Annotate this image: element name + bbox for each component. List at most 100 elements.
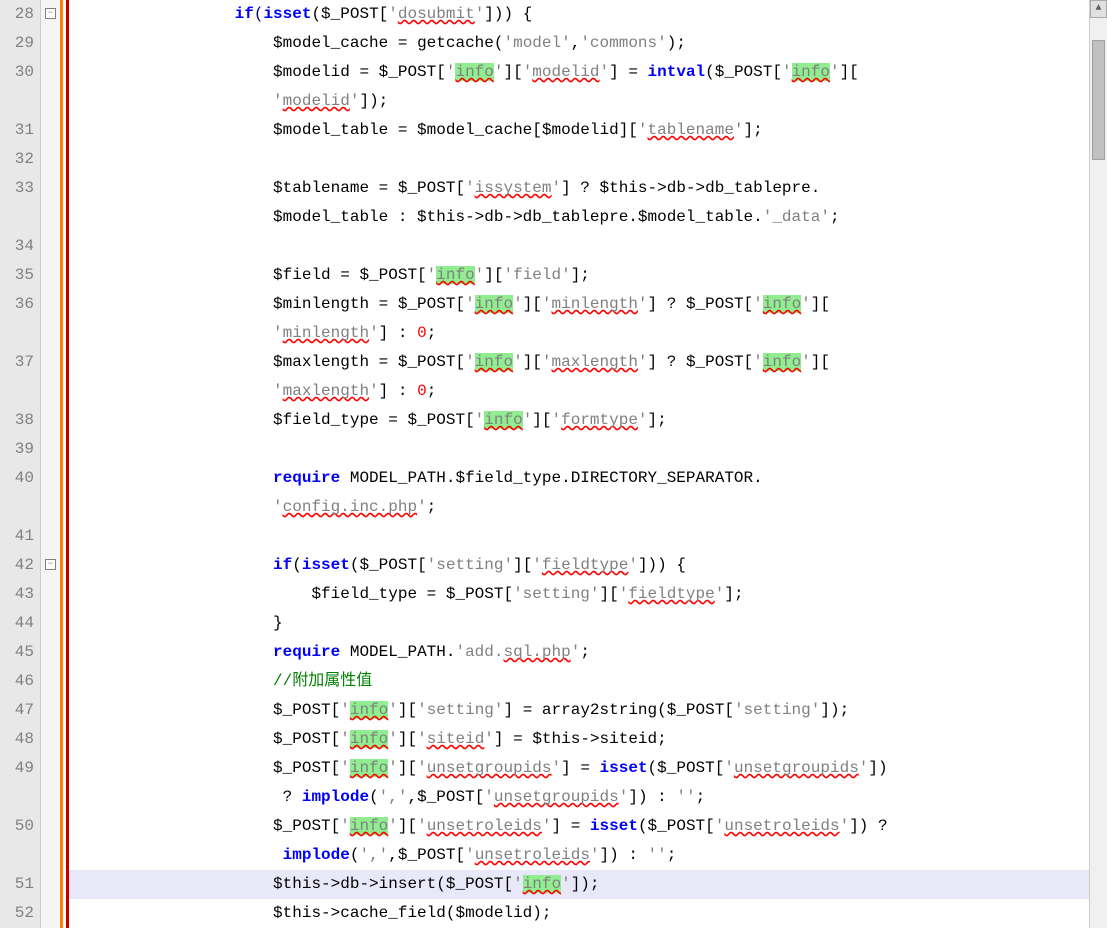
code-token: ' — [523, 411, 533, 429]
code-token: $model_table = $model_cache[$modelid][ — [273, 121, 638, 139]
code-line[interactable]: $_POST['info']['setting'] = array2string… — [69, 696, 1089, 725]
scrollbar-thumb[interactable] — [1092, 40, 1105, 160]
code-line[interactable]: $field_type = $_POST['info']['formtype']… — [69, 406, 1089, 435]
code-line[interactable]: $tablename = $_POST['issystem'] ? $this-… — [69, 174, 1089, 203]
code-token: ($_POST[ — [705, 63, 782, 81]
scrollbar-up-icon[interactable]: ▲ — [1090, 0, 1107, 18]
code-line[interactable]: $_POST['info']['siteid'] = $this->siteid… — [69, 725, 1089, 754]
code-line[interactable]: $_POST['info']['unsetroleids'] = isset($… — [69, 812, 1089, 841]
code-token: , — [571, 34, 581, 52]
code-token: //附加属性值 — [273, 672, 372, 690]
line-number[interactable]: 45 — [4, 638, 34, 667]
fold-toggle-icon[interactable]: − — [45, 559, 56, 570]
code-line[interactable]: $field_type = $_POST['setting']['fieldty… — [69, 580, 1089, 609]
line-number[interactable]: 29 — [4, 29, 34, 58]
line-number[interactable]: 30 — [4, 58, 34, 116]
code-token: ]) : — [628, 788, 676, 806]
code-token: ] ? $_POST[ — [648, 295, 754, 313]
code-line[interactable]: 'modelid']); — [69, 87, 1089, 116]
line-number[interactable]: 32 — [4, 145, 34, 174]
line-number[interactable]: 37 — [4, 348, 34, 406]
code-line[interactable]: $this->cache_field($modelid); — [69, 899, 1089, 928]
code-token: ' — [782, 63, 792, 81]
line-number[interactable]: 28 — [4, 0, 34, 29]
line-number[interactable]: 46 — [4, 667, 34, 696]
code-line[interactable]: 'minlength'] : 0; — [69, 319, 1089, 348]
code-token: ' — [388, 730, 398, 748]
line-number[interactable]: 34 — [4, 232, 34, 261]
code-line[interactable] — [69, 145, 1089, 174]
line-number[interactable]: 51 — [4, 870, 34, 899]
code-line[interactable]: //附加属性值 — [69, 667, 1089, 696]
code-line[interactable]: if(isset($_POST['setting']['fieldtype'])… — [69, 551, 1089, 580]
fold-toggle-icon[interactable]: − — [45, 8, 56, 19]
code-line[interactable]: require MODEL_PATH.'add.sql.php'; — [69, 638, 1089, 667]
line-number[interactable]: 39 — [4, 435, 34, 464]
code-line[interactable]: $model_table : $this->db->db_tablepre.$m… — [69, 203, 1089, 232]
code-token: ] = — [504, 701, 542, 719]
code-line[interactable] — [69, 522, 1089, 551]
code-line[interactable]: } — [69, 609, 1089, 638]
line-number[interactable]: 43 — [4, 580, 34, 609]
code-line[interactable]: require MODEL_PATH.$field_type.DIRECTORY… — [69, 464, 1089, 493]
line-number[interactable]: 41 — [4, 522, 34, 551]
code-token: $_POST[ — [273, 730, 340, 748]
line-number[interactable]: 49 — [4, 754, 34, 812]
code-line[interactable]: if(isset($_POST['dosubmit'])) { — [69, 0, 1089, 29]
code-token: ' — [715, 585, 725, 603]
line-number[interactable]: 31 — [4, 116, 34, 145]
code-token: MODEL_PATH.$field_type.DIRECTORY_SEPARAT… — [340, 469, 762, 487]
code-token: ($_POST[ — [657, 701, 734, 719]
code-line[interactable] — [69, 232, 1089, 261]
code-token: ',' — [379, 788, 408, 806]
line-number[interactable]: 44 — [4, 609, 34, 638]
code-area[interactable]: if(isset($_POST['dosubmit'])) { $model_c… — [66, 0, 1089, 928]
code-token: ]) — [868, 759, 887, 777]
code-line[interactable]: 'config.inc.php'; — [69, 493, 1089, 522]
code-token: ; — [696, 788, 706, 806]
code-line[interactable]: $_POST['info']['unsetgroupids'] = isset(… — [69, 754, 1089, 783]
code-line[interactable]: $maxlength = $_POST['info']['maxlength']… — [69, 348, 1089, 377]
fold-gutter[interactable]: −− — [40, 0, 60, 928]
code-line[interactable]: $model_table = $model_cache[$modelid]['t… — [69, 116, 1089, 145]
line-number-gutter[interactable]: 2829303132333435363738394041424344454647… — [0, 0, 40, 928]
code-line[interactable]: 'maxlength'] : 0; — [69, 377, 1089, 406]
code-token: ' — [513, 295, 523, 313]
code-token: ($_POST[ — [648, 759, 725, 777]
code-token: ; — [427, 382, 437, 400]
code-line[interactable]: $field = $_POST['info']['field']; — [69, 261, 1089, 290]
code-line[interactable]: $this->db->insert($_POST['info']); — [69, 870, 1089, 899]
line-number[interactable]: 35 — [4, 261, 34, 290]
vertical-scrollbar[interactable]: ▲ — [1089, 0, 1107, 928]
code-token: ] = $this->siteid; — [494, 730, 667, 748]
line-number[interactable]: 36 — [4, 290, 34, 348]
code-token: $_POST[ — [273, 759, 340, 777]
code-token: isset — [600, 759, 648, 777]
line-number[interactable]: 42 — [4, 551, 34, 580]
code-token: ' — [273, 498, 283, 516]
code-token: ,$_POST[ — [388, 846, 465, 864]
code-line[interactable]: implode(',',$_POST['unsetroleids']) : ''… — [69, 841, 1089, 870]
code-token: ' — [638, 353, 648, 371]
line-number[interactable]: 48 — [4, 725, 34, 754]
code-token: ][ — [532, 411, 551, 429]
line-number[interactable]: 52 — [4, 899, 34, 928]
line-number[interactable]: 38 — [4, 406, 34, 435]
code-token: unsetgroupids — [427, 759, 552, 777]
code-token: ] : — [379, 382, 417, 400]
code-token: ' — [542, 353, 552, 371]
code-token: 0 — [417, 324, 427, 342]
code-line[interactable] — [69, 435, 1089, 464]
code-line[interactable]: $modelid = $_POST['info']['modelid'] = i… — [69, 58, 1089, 87]
code-token: ($_POST[ — [311, 5, 388, 23]
code-line[interactable]: $model_cache = getcache('model','commons… — [69, 29, 1089, 58]
code-token: ] : — [379, 324, 417, 342]
code-token: if — [273, 556, 292, 574]
line-number[interactable]: 40 — [4, 464, 34, 522]
line-number[interactable]: 47 — [4, 696, 34, 725]
code-line[interactable]: $minlength = $_POST['info']['minlength']… — [69, 290, 1089, 319]
code-token: ' — [340, 817, 350, 835]
code-line[interactable]: ? implode(',',$_POST['unsetgroupids']) :… — [69, 783, 1089, 812]
line-number[interactable]: 33 — [4, 174, 34, 232]
line-number[interactable]: 50 — [4, 812, 34, 870]
